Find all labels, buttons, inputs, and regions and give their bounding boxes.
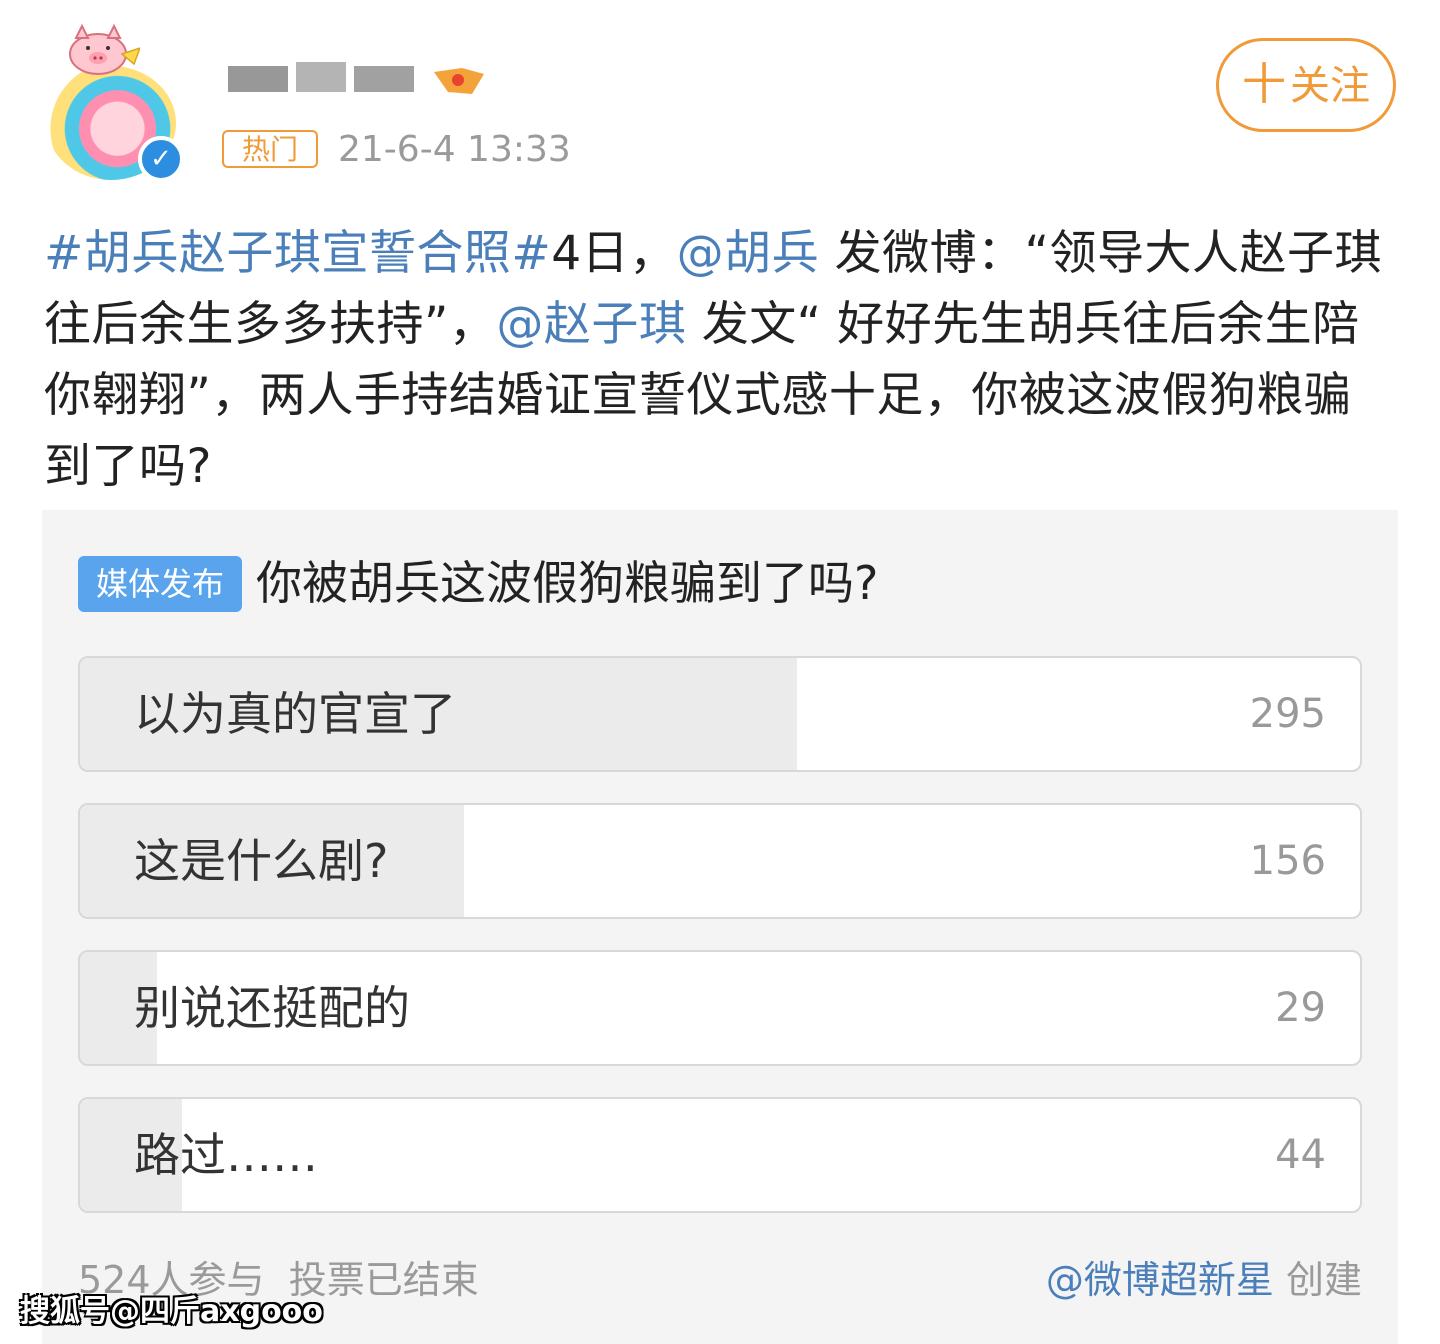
poll-option[interactable]: 别说还挺配的 29: [78, 950, 1362, 1066]
poll-option[interactable]: 以为真的官宣了 295: [78, 656, 1362, 772]
poll-option-label: 以为真的官宣了: [134, 687, 456, 741]
post-time: 21-6-4 13:33: [338, 129, 571, 170]
poll-option-count: 295: [1249, 691, 1326, 737]
watermark: 搜狐号@四斤axgooo: [20, 1294, 323, 1329]
poll-option-count: 156: [1249, 838, 1326, 884]
post-text-segment: 4日，: [551, 226, 677, 281]
poll-option-label: 别说还挺配的: [134, 981, 410, 1035]
poll-creator-info: @微博超新星 创建: [1046, 1252, 1362, 1308]
poll-option-label: 这是什么剧?: [134, 834, 389, 888]
poll-created-label: 创建: [1285, 1258, 1362, 1302]
hashtag-link[interactable]: #胡兵赵子琪宣誓合照#: [44, 226, 551, 281]
plus-icon: 十: [1242, 59, 1286, 110]
pig-decoration-icon: [69, 24, 140, 75]
follow-button[interactable]: 十关注: [1216, 38, 1396, 132]
poll-option[interactable]: 这是什么剧? 156: [78, 803, 1362, 919]
media-badge: 媒体发布: [78, 556, 242, 612]
poll-option[interactable]: 路过…… 44: [78, 1097, 1362, 1213]
poll-option-count: 44: [1275, 1132, 1326, 1178]
poll-title: 你被胡兵这波假狗粮骗到了吗?: [256, 556, 879, 610]
poll-card: 媒体发布 你被胡兵这波假狗粮骗到了吗? 以为真的官宣了 295 这是什么剧? 1…: [42, 510, 1398, 1344]
poll-creator-link[interactable]: @微博超新星: [1046, 1258, 1274, 1302]
mention-link[interactable]: @赵子琪: [496, 297, 686, 352]
mention-link[interactable]: @胡兵: [677, 226, 820, 281]
verified-icon: ✓: [138, 136, 184, 182]
poll-option-label: 路过……: [134, 1128, 318, 1182]
post-text: #胡兵赵子琪宣誓合照#4日，@胡兵 发微博：“领导大人赵子琪往后余生多多扶持”，…: [44, 218, 1384, 502]
hot-badge: 热门: [222, 130, 318, 168]
follow-label: 关注: [1290, 63, 1370, 109]
user-name-obscured[interactable]: [222, 52, 492, 100]
avatar[interactable]: ✓: [42, 24, 184, 182]
poll-option-count: 29: [1275, 985, 1326, 1031]
